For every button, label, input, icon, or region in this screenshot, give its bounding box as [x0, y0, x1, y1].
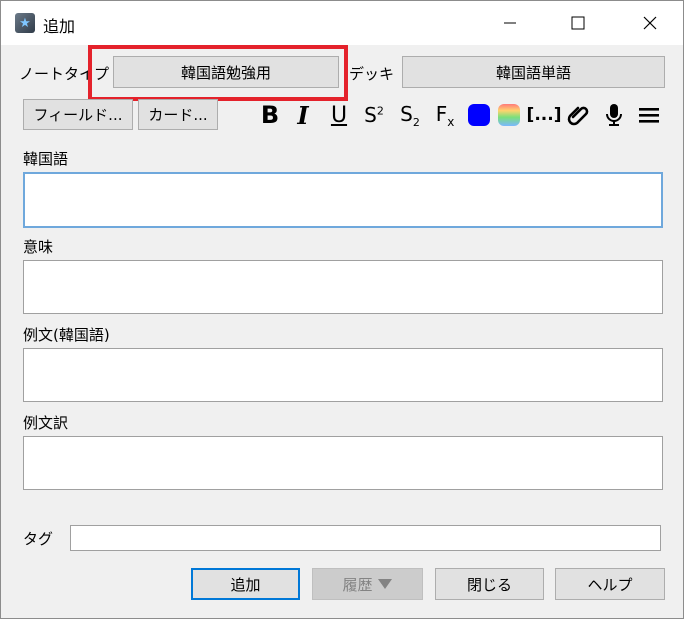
deck-selector[interactable]: 韓国語単語: [402, 56, 665, 88]
change-color-button[interactable]: [496, 101, 522, 129]
history-label: 履歴: [342, 575, 373, 594]
attach-button[interactable]: [565, 101, 591, 129]
cards-button[interactable]: カード...: [138, 99, 218, 130]
menu-icon: [639, 108, 659, 123]
clear-format-icon: Fx: [435, 101, 455, 129]
minimize-icon: [504, 22, 516, 24]
text-color-icon: [468, 104, 490, 126]
superscript-button[interactable]: S2: [359, 101, 389, 129]
paperclip-icon: [567, 106, 589, 126]
tags-input[interactable]: [70, 525, 661, 551]
record-audio-button[interactable]: [601, 101, 627, 129]
underline-icon: U: [330, 102, 348, 128]
more-options-button[interactable]: [636, 101, 662, 129]
maximize-icon: [571, 16, 585, 30]
bold-button[interactable]: B: [257, 101, 283, 129]
app-icon: ★: [15, 13, 35, 33]
field-label: 例文訳: [23, 414, 69, 432]
field-input-example[interactable]: [23, 348, 663, 402]
add-button[interactable]: 追加: [191, 568, 300, 600]
microphone-icon: [606, 104, 622, 126]
superscript-icon: S2: [364, 103, 384, 127]
italic-icon: I: [297, 100, 309, 130]
subscript-button[interactable]: S2: [395, 101, 425, 129]
close-button[interactable]: 閉じる: [435, 568, 544, 600]
bold-icon: B: [260, 101, 280, 129]
italic-button[interactable]: I: [291, 100, 315, 130]
field-label: 意味: [23, 238, 54, 256]
close-icon: [643, 16, 657, 30]
history-button[interactable]: 履歴: [312, 568, 423, 600]
fields-button[interactable]: フィールド...: [23, 99, 133, 130]
help-button[interactable]: ヘルプ: [555, 568, 665, 600]
minimize-button[interactable]: [487, 1, 533, 45]
cloze-button[interactable]: [...]: [526, 101, 562, 129]
close-window-button[interactable]: [627, 1, 673, 45]
maximize-button[interactable]: [555, 1, 601, 45]
field-label: 韓国語: [23, 150, 69, 168]
notetype-highlight-box: [88, 45, 348, 101]
clear-format-button[interactable]: Fx: [431, 101, 459, 129]
dropdown-triangle-icon: [377, 579, 392, 589]
cloze-icon: [...]: [526, 105, 562, 125]
underline-button[interactable]: U: [326, 101, 352, 129]
title-bar: ★ 追加: [1, 1, 683, 45]
tags-label: タグ: [23, 530, 54, 548]
field-input-meaning[interactable]: [23, 260, 663, 314]
field-input-example-translation[interactable]: [23, 436, 663, 490]
subscript-icon: S2: [400, 101, 420, 129]
color-gradient-icon: [498, 104, 520, 126]
window-title: 追加: [43, 17, 76, 36]
field-input-korean[interactable]: [23, 172, 663, 228]
text-color-button[interactable]: [466, 101, 492, 129]
deck-label: デッキ: [349, 65, 395, 83]
field-label: 例文(韓国語): [23, 326, 110, 344]
add-note-window: ★ 追加 ノートタイプ 韓国語勉強用 デッキ 韓国語単語 フィールド... カー…: [0, 0, 684, 619]
